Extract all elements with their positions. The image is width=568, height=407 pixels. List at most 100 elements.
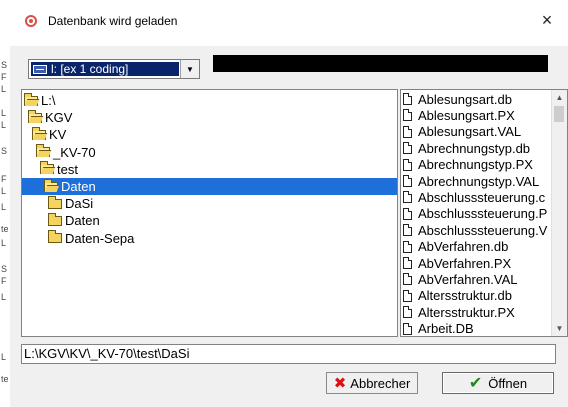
file-label: Abschlusssteuerung.V (418, 222, 548, 238)
background-text: L (1, 352, 7, 362)
file-item[interactable]: Abrechnungstyp.VAL (403, 173, 539, 189)
file-item[interactable]: Abrechnungstyp.PX (403, 157, 533, 173)
scroll-up-icon[interactable]: ▲ (552, 90, 567, 105)
folder-icon (48, 212, 62, 226)
folder-item[interactable]: L:\ (24, 92, 55, 109)
file-item[interactable]: Abschlusssteuerung.P (403, 206, 547, 222)
background-text: L (1, 108, 7, 118)
file-item[interactable]: Altersstruktur.db (403, 288, 512, 304)
open-button[interactable]: ✔ Öffnen (442, 372, 554, 394)
file-label: Abrechnungstyp.db (418, 140, 531, 156)
file-label: Arbeit.DB (418, 321, 474, 337)
background-text: L (1, 120, 7, 130)
file-icon (403, 175, 412, 187)
file-icon (403, 240, 412, 253)
folder-label: L:\ (41, 93, 56, 108)
file-label: AbVerfahren.VAL (418, 271, 518, 287)
file-label: Abschlusssteuerung.c (418, 189, 546, 205)
background-text: S (1, 264, 8, 274)
file-item[interactable]: Ablesungsart.db (403, 91, 512, 107)
file-label: AbVerfahren.PX (418, 255, 512, 271)
folder-open-icon (28, 109, 42, 123)
file-label: Altersstruktur.PX (418, 304, 515, 320)
close-button[interactable]: × (532, 6, 562, 34)
file-icon (403, 109, 412, 122)
folder-item[interactable]: Daten (22, 178, 397, 195)
file-icon (403, 142, 412, 155)
folder-label: Daten (61, 179, 96, 194)
file-item[interactable]: Abschlusssteuerung.c (403, 189, 545, 205)
file-item[interactable]: Ablesungsart.PX (403, 107, 515, 123)
open-button-label: Öffnen (488, 375, 528, 391)
scroll-thumb[interactable] (554, 106, 564, 122)
background-text: L (1, 186, 7, 196)
file-label: Abrechnungstyp.VAL (418, 173, 540, 189)
background-text: F (1, 72, 7, 82)
folder-tree[interactable]: L:\ KGV KV _KV-70 test Daten DaSi Daten Daten-Se… (21, 89, 398, 337)
path-field[interactable]: L:\KGV\KV\_KV-70\test\DaSi (21, 344, 556, 364)
folder-icon (48, 230, 62, 244)
title-bar: Datenbank wird geladen × (10, 0, 568, 46)
window-title: Datenbank wird geladen (48, 14, 178, 28)
background-text: L (1, 292, 7, 302)
background-text: F (1, 276, 7, 286)
folder-item[interactable]: DaSi (48, 195, 93, 212)
folder-item[interactable]: Daten (48, 212, 100, 229)
folder-open-icon (36, 144, 50, 158)
folder-open-icon (32, 126, 46, 140)
file-item[interactable]: Abrechnungstyp.db (403, 140, 530, 156)
file-item[interactable]: Arbeit.DB (403, 321, 474, 337)
file-item[interactable]: Ablesungsart.VAL (403, 124, 521, 140)
folder-item[interactable]: Daten-Sepa (48, 230, 134, 247)
file-item[interactable]: AbVerfahren.VAL (403, 271, 518, 287)
file-list-scrollbar[interactable]: ▲ ▼ (551, 90, 567, 336)
cancel-x-icon: ✖ (333, 375, 347, 392)
chevron-down-icon[interactable]: ▼ (180, 60, 199, 78)
scroll-down-icon[interactable]: ▼ (552, 321, 567, 336)
file-icon (403, 125, 412, 138)
file-icon (403, 224, 412, 237)
redacted-bar (213, 55, 548, 72)
folder-item[interactable]: test (40, 161, 78, 178)
folder-item[interactable]: KGV (28, 109, 72, 126)
check-icon: ✔ (468, 375, 483, 392)
background-text: L (1, 202, 7, 212)
file-label: Abschlusssteuerung.P (418, 206, 548, 222)
drive-select[interactable]: l: [ex 1 coding] ▼ (28, 59, 200, 79)
file-item[interactable]: Altersstruktur.PX (403, 304, 515, 320)
folder-label: DaSi (65, 196, 94, 212)
cancel-button-label: Abbrecher (350, 375, 411, 391)
folder-label: Daten-Sepa (65, 230, 135, 246)
file-list[interactable]: Ablesungsart.db Ablesungsart.PX Ablesungsa… (400, 89, 568, 337)
dialog-client: l: [ex 1 coding] ▼ L:\ KGV KV _KV-70 test Dat… (10, 46, 568, 407)
folder-icon (48, 195, 62, 209)
drive-label: l: [ex 1 coding] (51, 62, 129, 76)
background-text: L (1, 238, 7, 248)
file-icon (403, 273, 412, 286)
file-label: Ablesungsart.PX (418, 107, 515, 123)
file-label: Abrechnungstyp.PX (418, 157, 533, 173)
file-icon (403, 93, 412, 105)
drive-selected-value: l: [ex 1 coding] (31, 62, 179, 76)
file-icon (403, 207, 412, 220)
background-text: L (1, 84, 7, 94)
file-item[interactable]: AbVerfahren.db (403, 239, 508, 255)
folder-item[interactable]: KV (32, 126, 66, 143)
folder-label: _KV-70 (53, 144, 96, 160)
cancel-button[interactable]: ✖ Abbrecher (326, 372, 418, 394)
background-text: S (1, 146, 8, 156)
file-icon (403, 322, 412, 335)
background-text: S (1, 60, 8, 70)
file-item[interactable]: Abschlusssteuerung.V (403, 222, 547, 238)
folder-open-icon (24, 92, 38, 106)
background-text: F (1, 174, 7, 184)
background-text: te (1, 374, 9, 384)
file-icon (403, 289, 412, 302)
file-icon (403, 306, 412, 319)
folder-open-icon (40, 161, 54, 175)
file-icon (403, 257, 412, 269)
folder-item[interactable]: _KV-70 (36, 144, 96, 161)
file-item[interactable]: AbVerfahren.PX (403, 255, 511, 271)
folder-label: KGV (45, 110, 73, 126)
app-icon (25, 15, 37, 27)
